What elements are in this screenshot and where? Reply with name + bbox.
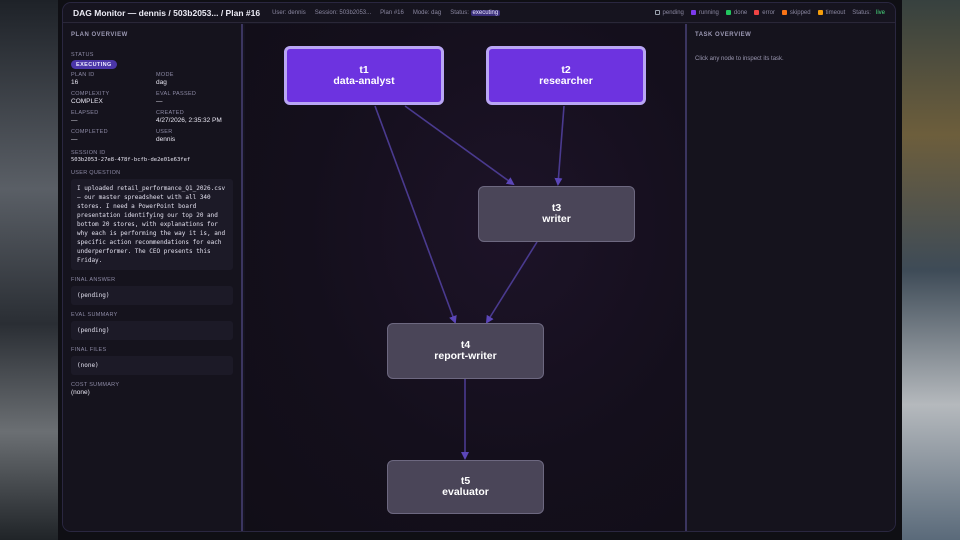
edge-t1-t3 [404,105,515,186]
user-question-text: I uploaded retail_performance_Q1_2026.cs… [71,179,233,270]
legend-skipped: skipped [781,9,811,16]
complexity-label: COMPLEXITY [71,91,110,97]
elapsed-label: ELAPSED [71,110,99,116]
legend-swatch-icon [725,10,731,15]
window-title: DAG Monitor — dennis / 503b2053... / Pla… [73,7,261,18]
legend-label: timeout [825,9,846,16]
legend-label: running [698,9,719,16]
eval-passed-field: EVAL PASSED — [156,91,241,105]
eval-passed-value: — [156,98,163,105]
connection-status: Status: live [852,10,885,16]
eval-summary-label: EVAL SUMMARY [71,312,118,318]
status-meta: Status: executing [450,9,501,16]
created-value: 4/27/2026, 2:35:32 PM [156,117,222,124]
legend-error: error [754,10,775,16]
eval-passed-label: EVAL PASSED [156,91,197,97]
legend-swatch-icon [690,10,696,15]
plan-meta: Plan #16 [380,9,404,16]
legend-running: running [690,9,719,16]
user-question-label: USER QUESTION [71,170,121,176]
complexity-value: COMPLEX [71,98,103,105]
status-badge: EXECUTING [71,60,117,69]
task-overview-panel: TASK OVERVIEW Click any node to inspect … [687,24,895,531]
completed-field: COMPLETED — [71,129,156,143]
elapsed-value: — [71,117,78,124]
node-t4[interactable]: t4 report-writer [387,323,544,379]
elapsed-field: ELAPSED — [71,110,156,124]
plan-overview-panel[interactable]: PLAN OVERVIEW STATUS EXECUTING PLAN ID 1… [63,24,243,531]
node-t2[interactable]: t2 researcher [486,46,646,105]
plan-fields: PLAN ID 16 MODE dag COMPLEXITY COMPLEX E… [71,72,233,143]
created-field: CREATED 4/27/2026, 2:35:32 PM [156,110,241,124]
dag-canvas[interactable]: t1 data-analyst t2 researcher t3 writer … [245,24,687,531]
node-name: researcher [539,74,593,87]
legend-label: skipped [789,9,811,16]
cost-summary-value: (none) [71,389,90,396]
connection-status-label: Status: [852,9,871,16]
status-meta-value: executing [470,9,501,16]
node-name: evaluator [442,486,489,498]
created-label: CREATED [156,110,184,116]
edge-t2-t3 [554,105,565,186]
node-name: report-writer [434,350,497,362]
complexity-field: COMPLEXITY COMPLEX [71,91,156,105]
legend-timeout: timeout [817,9,846,16]
final-files-label: FINAL FILES [71,347,107,353]
session-id-label: SESSION ID [71,150,106,156]
legend-swatch-icon [754,10,760,15]
plan-id-value: 16 [71,79,79,86]
final-answer-label: FINAL ANSWER [71,277,116,283]
user-field: USER dennis [156,129,241,143]
completed-label: COMPLETED [71,129,108,135]
legend-swatch-icon [781,10,787,15]
node-t3[interactable]: t3 writer [478,186,635,242]
edge-t3-t4 [485,241,538,324]
node-name: data-analyst [333,74,395,87]
cost-summary-label: COST SUMMARY [71,382,120,388]
user-value: dennis [156,136,176,143]
mode-label: MODE [156,72,174,78]
mode-meta: Mode: dag [412,9,442,16]
node-t5[interactable]: t5 evaluator [387,460,544,514]
legend-label: error [762,9,775,16]
legend-swatch-icon [654,10,660,15]
status-meta-label: Status: [450,9,469,16]
legend-done: done [725,9,748,16]
user-label: USER [156,129,173,135]
eval-summary-value: (pending) [71,321,233,340]
task-overview-hint: Click any node to inspect its task. [695,56,784,62]
node-id: t2 [561,63,571,76]
status-legend: pending running done error skipped timeo… [648,10,885,16]
task-overview-title: TASK OVERVIEW [695,32,752,38]
node-name: writer [542,213,571,225]
node-id: t1 [359,63,369,76]
edge-t1-t4 [374,105,457,324]
connection-status-value: live [875,9,885,16]
completed-value: — [71,136,78,143]
mode-field: MODE dag [156,72,241,86]
legend-pending: pending [654,9,684,16]
mode-value: dag [156,79,167,86]
session-meta: Session: 503b2053... [314,9,372,16]
legend-label: done [733,9,748,16]
plan-id-field: PLAN ID 16 [71,72,156,86]
dag-monitor-window: DAG Monitor — dennis / 503b2053... / Pla… [63,3,895,531]
top-bar: DAG Monitor — dennis / 503b2053... / Pla… [63,3,895,23]
plan-id-label: PLAN ID [71,72,95,78]
status-label: STATUS [71,52,94,58]
final-files-value: (none) [71,356,233,375]
legend-label: pending [662,9,684,16]
user-meta: User: dennis [272,9,306,16]
node-t1[interactable]: t1 data-analyst [284,46,444,105]
final-answer-value: (pending) [71,286,233,305]
legend-swatch-icon [817,10,823,15]
